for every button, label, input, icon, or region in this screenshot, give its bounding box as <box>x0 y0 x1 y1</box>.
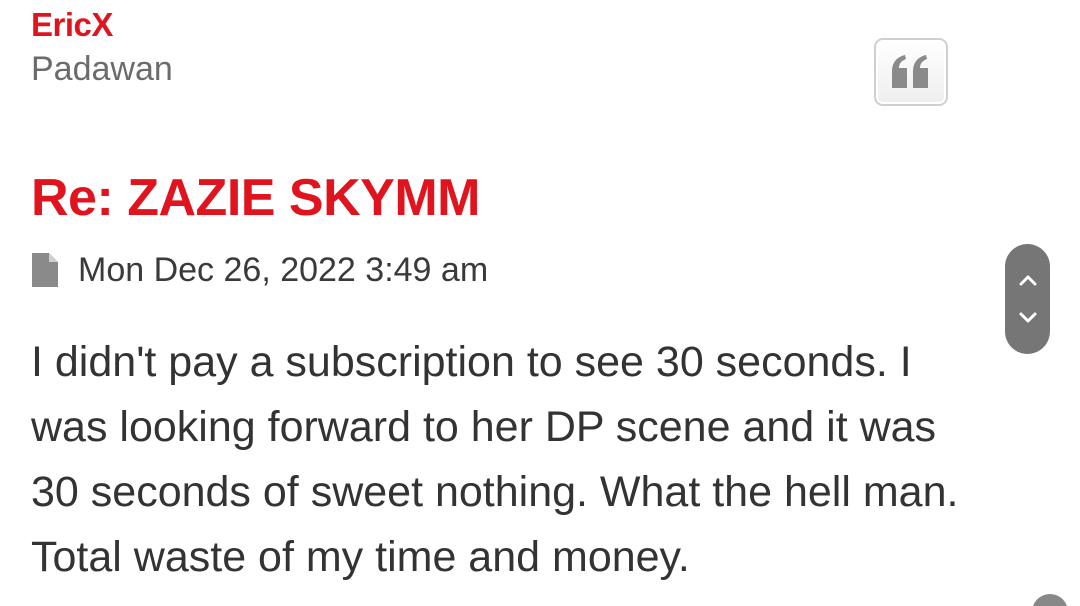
post-body-line: 30 seconds of sweet nothing. What the he… <box>31 468 959 516</box>
forum-post: EricX Padawan Re: ZAZIE SKYMM Mon Dec 26… <box>0 0 1080 606</box>
post-body: I didn't pay a subscription to see 30 se… <box>31 330 1061 590</box>
quote-icon <box>892 55 928 88</box>
post-meta: Mon Dec 26, 2022 3:49 am <box>32 248 488 292</box>
quote-button[interactable] <box>874 38 948 106</box>
document-icon <box>32 253 58 287</box>
post-title[interactable]: Re: ZAZIE SKYMM <box>31 168 480 228</box>
author-name[interactable]: EricX <box>31 6 113 44</box>
author-rank: Padawan <box>31 50 173 88</box>
chevron-down-icon <box>1019 312 1036 323</box>
post-body-line: I didn't pay a subscription to see 30 se… <box>31 338 912 386</box>
chevron-up-icon <box>1019 275 1036 286</box>
post-body-line: was looking forward to her DP scene and … <box>31 403 937 451</box>
post-body-line: Total waste of my time and money. <box>31 533 690 581</box>
back-to-top-button[interactable] <box>1032 594 1068 606</box>
post-date: Mon Dec 26, 2022 3:49 am <box>78 250 489 289</box>
scroll-up-button[interactable] <box>1005 260 1050 300</box>
